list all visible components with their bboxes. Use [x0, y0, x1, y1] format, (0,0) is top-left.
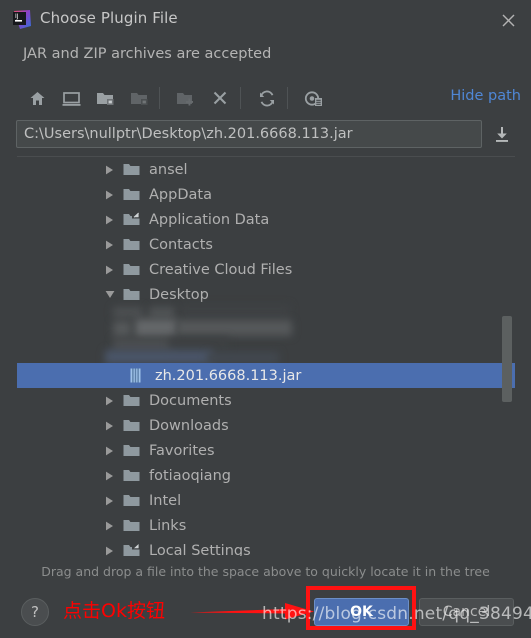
folder-icon [123, 393, 141, 409]
folder-icon [123, 493, 141, 509]
chevron-right-icon[interactable] [103, 469, 116, 482]
folder-icon [123, 262, 141, 278]
new-folder-icon [171, 82, 201, 114]
jar-file-icon [129, 368, 147, 384]
chevron-right-icon[interactable] [103, 213, 116, 226]
chevron-right-icon[interactable] [103, 419, 116, 432]
folder-shortcut-icon [123, 543, 141, 557]
tree-item-label: Application Data [149, 211, 270, 228]
folder-shortcut-icon [123, 212, 141, 228]
toolbar-separator [240, 87, 241, 109]
tree-item-favorites[interactable]: Favorites [17, 438, 515, 463]
folder-icon [123, 468, 141, 484]
tree-item-label: Creative Cloud Files [149, 261, 293, 278]
folder-icon [123, 162, 141, 178]
delete-icon[interactable] [205, 82, 235, 114]
chevron-right-icon[interactable] [103, 394, 116, 407]
watermark-text: https://blog.csdn.net/qq_38494999 [262, 604, 531, 624]
folder-icon[interactable] [90, 82, 120, 114]
dialog-title: Choose Plugin File [40, 9, 178, 27]
file-chooser-toolbar: Hide path [10, 80, 521, 118]
svg-text:IJ: IJ [15, 13, 19, 20]
tree-item-links[interactable]: Links [17, 513, 515, 538]
tree-item-zh-jar[interactable]: zh.201.6668.113.jar [17, 363, 515, 388]
folder-up-icon [124, 82, 154, 114]
path-input[interactable]: C:\Users\nullptr\Desktop\zh.201.6668.113… [16, 120, 482, 148]
folder-icon [123, 443, 141, 459]
dialog-subtitle: JAR and ZIP archives are accepted [23, 46, 272, 62]
chevron-right-icon[interactable] [103, 188, 116, 201]
path-row: C:\Users\nullptr\Desktop\zh.201.6668.113… [16, 120, 515, 150]
tree-item-label: ansel [149, 161, 188, 178]
chevron-right-icon[interactable] [103, 263, 116, 276]
tree-item-intel[interactable]: Intel [17, 488, 515, 513]
chevron-right-icon[interactable] [103, 238, 116, 251]
tree-item-label: Desktop [149, 286, 209, 303]
show-hidden-icon[interactable] [299, 82, 329, 114]
tree-item-label: Local Settings [149, 542, 251, 557]
tree-item-application-data[interactable]: Application Data [17, 207, 515, 232]
toolbar-separator [287, 87, 288, 109]
redacted-tree-rows [17, 305, 515, 364]
tree-item-label: Intel [149, 492, 182, 509]
tree-item-desktop[interactable]: Desktop [17, 282, 515, 307]
close-icon[interactable] [493, 6, 523, 34]
tree-item-label: Downloads [149, 417, 229, 434]
choose-plugin-file-dialog: IJ Choose Plugin File JAR and ZIP archiv… [0, 0, 531, 638]
file-tree[interactable]: ansel AppData Application Data Contacts … [17, 156, 515, 556]
tree-item-label: Links [149, 517, 187, 534]
vertical-scrollbar[interactable] [502, 157, 512, 556]
annotation-callout-text: 点击Ok按钮 [63, 600, 165, 622]
folder-icon [123, 518, 141, 534]
help-button[interactable]: ? [21, 598, 49, 626]
chevron-down-icon[interactable] [103, 288, 116, 301]
path-input-value: C:\Users\nullptr\Desktop\zh.201.6668.113… [24, 126, 353, 142]
tree-item-documents[interactable]: Documents [17, 388, 515, 413]
toolbar-separator [159, 87, 160, 109]
tree-item-label: zh.201.6668.113.jar [155, 367, 302, 384]
tree-item-label: fotiaoqiang [149, 467, 231, 484]
chevron-right-icon[interactable] [103, 163, 116, 176]
tree-item-local-settings[interactable]: Local Settings [17, 538, 515, 556]
collapse-down-icon[interactable] [489, 121, 515, 147]
home-icon[interactable] [22, 82, 52, 114]
title-bar: IJ Choose Plugin File [0, 0, 531, 39]
tree-item-label: AppData [149, 186, 212, 203]
tree-item-contacts[interactable]: Contacts [17, 232, 515, 257]
tree-item-appdata[interactable]: AppData [17, 182, 515, 207]
tree-item-creative-cloud-files[interactable]: Creative Cloud Files [17, 257, 515, 282]
intellij-idea-logo-icon: IJ [11, 9, 32, 30]
folder-icon [123, 418, 141, 434]
drag-drop-hint: Drag and drop a file into the space abov… [41, 564, 490, 579]
tree-item-label: Documents [149, 392, 232, 409]
tree-item-fotiaoqiang[interactable]: fotiaoqiang [17, 463, 515, 488]
folder-icon [123, 187, 141, 203]
refresh-icon[interactable] [252, 82, 282, 114]
folder-icon [123, 287, 141, 303]
desktop-icon[interactable] [56, 82, 86, 114]
chevron-right-icon[interactable] [103, 544, 116, 556]
hide-path-link[interactable]: Hide path [450, 88, 521, 104]
tree-item-label: Contacts [149, 236, 213, 253]
tree-item-label: Favorites [149, 442, 215, 459]
folder-icon [123, 237, 141, 253]
scrollbar-thumb[interactable] [502, 316, 512, 402]
chevron-right-icon[interactable] [103, 444, 116, 457]
tree-item-ansel[interactable]: ansel [17, 157, 515, 182]
chevron-right-icon[interactable] [103, 519, 116, 532]
chevron-right-icon[interactable] [103, 494, 116, 507]
tree-item-downloads[interactable]: Downloads [17, 413, 515, 438]
